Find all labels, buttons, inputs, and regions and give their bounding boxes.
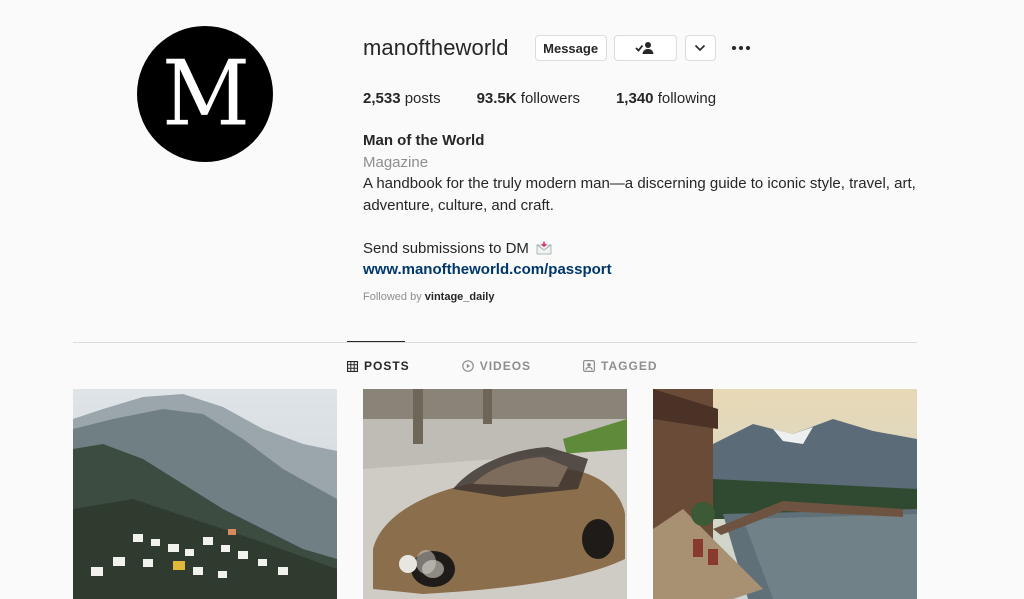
grid-icon bbox=[347, 360, 358, 372]
tab-posts[interactable]: POSTS bbox=[347, 357, 410, 375]
profile-bio: Man of the World Magazine A handbook for… bbox=[363, 130, 923, 308]
posts-grid bbox=[73, 389, 917, 599]
posts-count-label: posts bbox=[404, 90, 441, 107]
followers-count-value: 93.5K bbox=[476, 90, 517, 107]
more-options-icon[interactable] bbox=[731, 35, 750, 61]
avatar-logo-letter: M bbox=[161, 41, 250, 147]
post-thumbnail-vintage-car[interactable] bbox=[363, 389, 627, 599]
followed-by-user: vintage_daily bbox=[424, 290, 495, 303]
chevron-down-icon bbox=[695, 44, 706, 52]
profile-category: Magazine bbox=[363, 153, 429, 171]
tab-videos-label: VIDEOS bbox=[479, 359, 532, 373]
bio-text-line2: adventure, culture, and craft. bbox=[363, 196, 554, 214]
tab-videos[interactable]: VIDEOS bbox=[461, 357, 532, 375]
bio-submissions-line: Send submissions to DM bbox=[363, 238, 923, 260]
post-thumbnail-lakeside-cabins[interactable] bbox=[653, 389, 917, 599]
followed-by-prefix: Followed by bbox=[363, 290, 422, 303]
profile-header: manoftheworld Message bbox=[363, 33, 750, 63]
posts-count-value: 2,533 bbox=[363, 90, 401, 107]
active-tab-indicator bbox=[347, 341, 405, 342]
followers-count[interactable]: 93.5K followers bbox=[477, 90, 580, 107]
message-button[interactable]: Message bbox=[534, 35, 607, 61]
following-count-label: following bbox=[657, 90, 717, 107]
suggested-accounts-button[interactable] bbox=[684, 35, 716, 61]
tab-tagged[interactable]: TAGGED bbox=[583, 357, 657, 375]
bio-text-line1: A handbook for the truly modern man—a di… bbox=[363, 175, 916, 192]
profile-avatar[interactable]: M bbox=[137, 26, 273, 162]
username: manoftheworld bbox=[363, 35, 509, 60]
following-count[interactable]: 1,340 following bbox=[616, 90, 716, 107]
profile-website-link[interactable]: www.manoftheworld.com/passport bbox=[363, 259, 923, 281]
bio-submissions-text: Send submissions to DM bbox=[363, 239, 529, 257]
tab-posts-label: POSTS bbox=[364, 359, 410, 373]
tab-tagged-label: TAGGED bbox=[601, 359, 658, 373]
following-button[interactable] bbox=[613, 35, 677, 61]
tabs-divider bbox=[73, 342, 917, 343]
post-thumbnail-fjord-village[interactable] bbox=[73, 389, 337, 599]
posts-count[interactable]: 2,533 posts bbox=[363, 90, 441, 107]
followed-by[interactable]: Followed by vintage_daily bbox=[363, 287, 923, 309]
play-circle-icon bbox=[461, 360, 474, 372]
followers-count-label: followers bbox=[520, 90, 580, 107]
tag-icon bbox=[583, 360, 596, 372]
user-check-icon bbox=[635, 42, 654, 54]
profile-name: Man of the World bbox=[363, 132, 485, 149]
following-count-value: 1,340 bbox=[615, 90, 654, 107]
envelope-emoji-icon bbox=[536, 241, 552, 254]
profile-tabs: POSTS VIDEOS TAGGED bbox=[347, 357, 658, 375]
profile-stats: 2,533 posts 93.5K followers 1,340 follow… bbox=[363, 90, 752, 107]
